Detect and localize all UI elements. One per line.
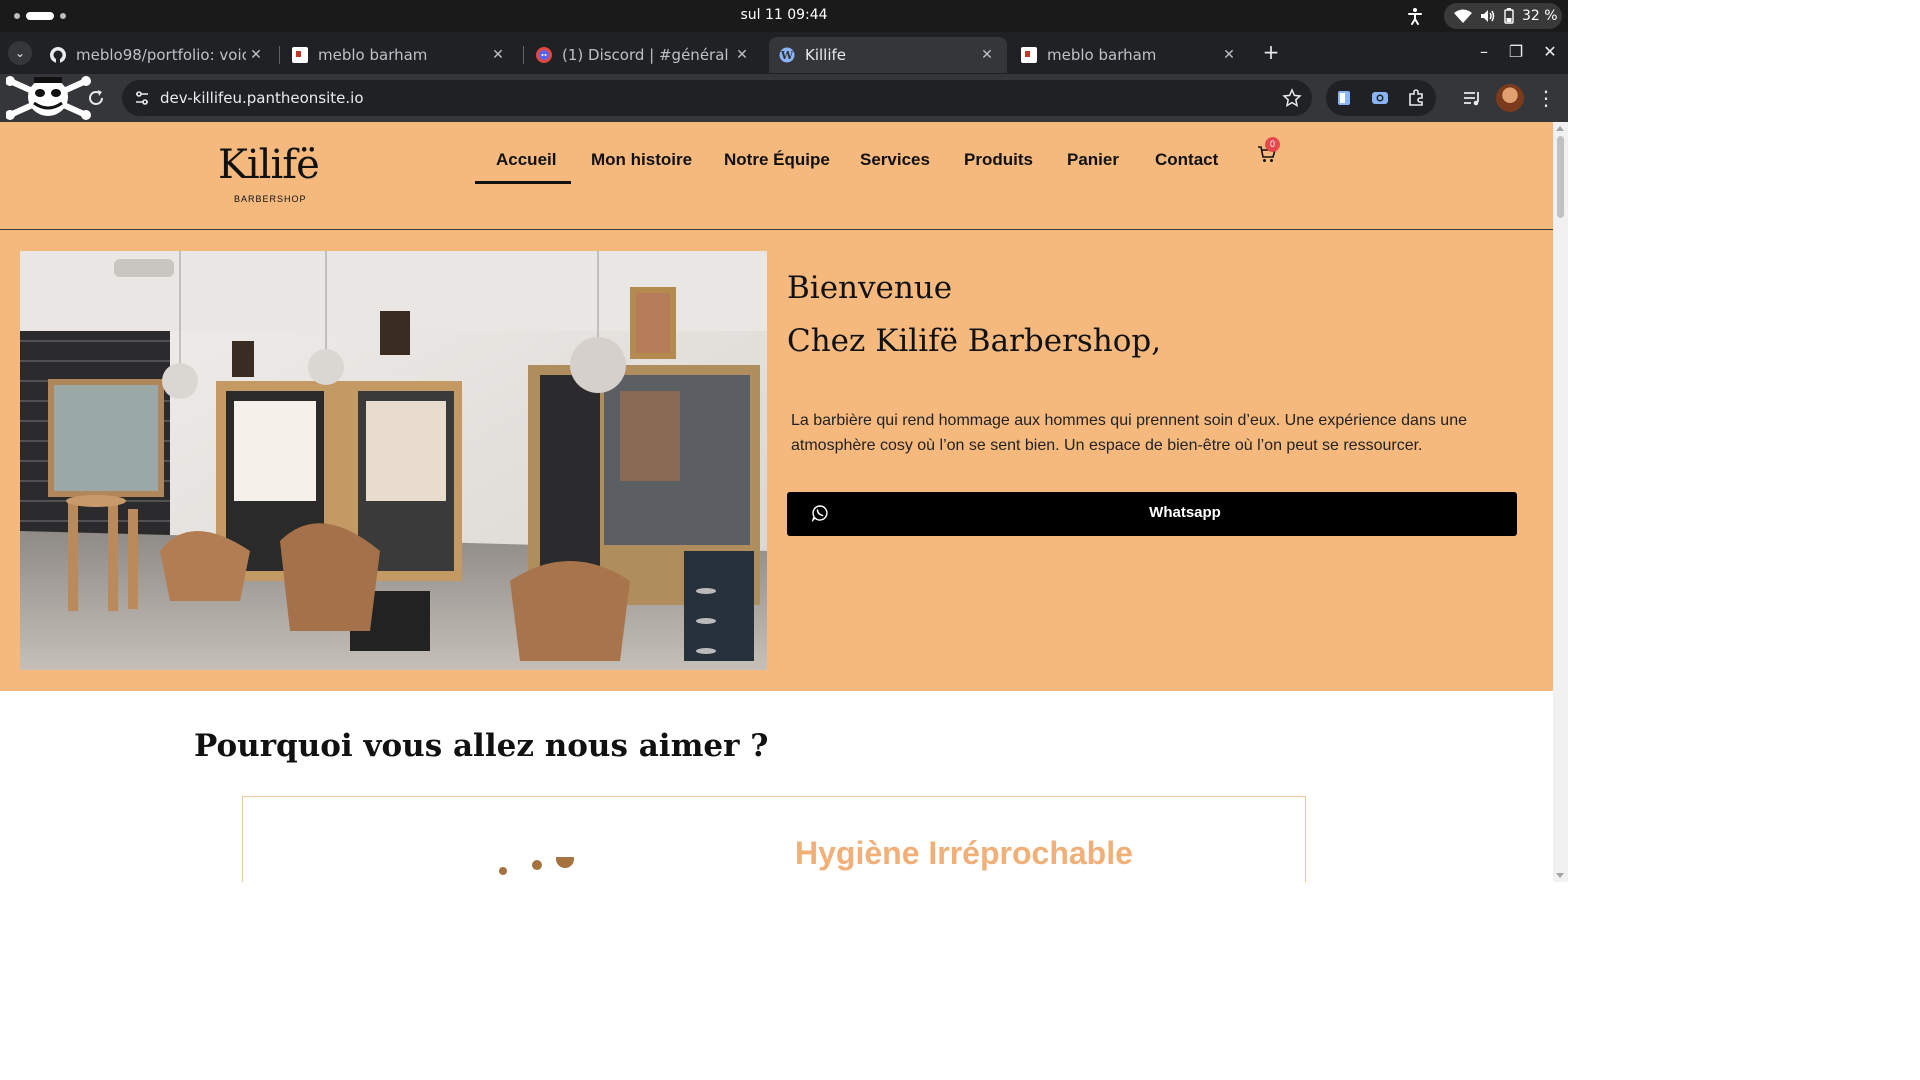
browser-tab[interactable]: meblo barham ✕ <box>282 37 518 73</box>
reload-icon[interactable] <box>86 88 106 108</box>
nav-item-services[interactable]: Services <box>860 150 930 170</box>
browser-tab-strip: ⌄ meblo98/portfolio: voici ✕ meblo barha… <box>0 32 1568 74</box>
browser-tab[interactable]: meblo barham ✕ <box>1011 37 1249 73</box>
main-navigation: Accueil Mon histoire Notre Équipe Servic… <box>0 142 1553 184</box>
nav-item-accueil[interactable]: Accueil <box>496 150 556 170</box>
accessibility-icon[interactable] <box>1406 6 1424 26</box>
system-top-bar: sul 11 09:44 32 % <box>0 0 1568 32</box>
hero-title-line2: Chez Kilifë Barbershop, <box>787 323 1162 359</box>
tab-title: meblo barham <box>1047 46 1157 64</box>
browser-toolbar: dev-killifeu.pantheonsite.io ⋮ <box>0 74 1568 122</box>
system-clock[interactable]: sul 11 09:44 <box>0 7 1568 23</box>
extensions-puzzle-icon[interactable] <box>1406 88 1426 108</box>
tab-search-button[interactable]: ⌄ <box>8 41 32 65</box>
wordpress-icon: W <box>779 47 795 63</box>
tab-title: meblo98/portfolio: voici <box>76 46 246 64</box>
battery-percentage: 32 % <box>1522 8 1558 24</box>
github-icon <box>50 47 66 63</box>
feature-card: Hygiène Irréprochable <box>242 796 1306 882</box>
tab-separator <box>523 46 524 64</box>
tab-title: (1) Discord | #général | Se <box>562 46 732 64</box>
new-tab-button[interactable]: + <box>1259 41 1283 65</box>
why-section-title: Pourquoi vous allez nous aimer ? <box>194 728 769 764</box>
battery-icon <box>1504 8 1514 24</box>
extensions-group <box>1326 80 1436 116</box>
tab-close-icon[interactable]: ✕ <box>488 47 508 63</box>
cart-count-badge: 0 <box>1265 137 1280 152</box>
site-info-icon[interactable] <box>134 90 150 106</box>
tab-close-icon[interactable]: ✕ <box>1219 47 1239 63</box>
docs-extension-icon[interactable] <box>1334 88 1354 108</box>
web-page: Kilifë BARBERSHOP Accueil Mon histoire N… <box>0 122 1553 882</box>
nav-active-indicator <box>475 181 571 184</box>
barbershop-interior-photo <box>20 251 767 670</box>
tab-title: meblo barham <box>318 46 428 64</box>
volume-icon <box>1481 10 1495 22</box>
feature-title: Hygiène Irréprochable <box>795 835 1133 871</box>
scroll-up-arrow[interactable] <box>1556 126 1564 131</box>
browser-tab[interactable]: meblo98/portfolio: voici ✕ <box>40 37 276 73</box>
nav-item-notre-equipe[interactable]: Notre Équipe <box>724 150 830 170</box>
minimize-icon[interactable]: – <box>1472 40 1496 64</box>
hero-description: La barbière qui rend hommage aux hommes … <box>791 412 1467 454</box>
brand-tagline: BARBERSHOP <box>234 194 307 204</box>
hero-title-line1: Bienvenue <box>787 270 953 306</box>
address-bar[interactable]: dev-killifeu.pantheonsite.io <box>122 80 1312 116</box>
hero-section: Bienvenue Chez Kilifë Barbershop, La bar… <box>0 230 1553 691</box>
screenshot-extension-icon[interactable] <box>1370 88 1390 108</box>
nav-item-panier[interactable]: Panier <box>1067 150 1119 170</box>
profile-avatar[interactable] <box>1496 84 1524 112</box>
nav-item-contact[interactable]: Contact <box>1155 150 1218 170</box>
media-control-icon[interactable] <box>1462 88 1482 108</box>
bookmark-star-icon[interactable] <box>1282 88 1302 108</box>
browser-tab-active[interactable]: W Killife ✕ <box>769 37 1007 73</box>
wifi-icon <box>1454 9 1472 23</box>
page-icon <box>292 47 308 63</box>
discord-icon <box>536 47 552 63</box>
browser-tab[interactable]: (1) Discord | #général | Se ✕ <box>526 37 762 73</box>
svg-text:W: W <box>780 49 794 62</box>
close-window-icon[interactable]: ✕ <box>1538 40 1562 64</box>
jolly-roger-icon[interactable] <box>6 75 92 121</box>
url-text[interactable]: dev-killifeu.pantheonsite.io <box>160 89 364 107</box>
maximize-icon[interactable]: ❐ <box>1504 40 1528 64</box>
nav-item-mon-histoire[interactable]: Mon histoire <box>591 150 692 170</box>
browser-menu-icon[interactable]: ⋮ <box>1536 86 1556 110</box>
tab-title: Killife <box>805 46 847 64</box>
page-icon <box>1021 47 1037 63</box>
decorative-dots-icon <box>499 857 574 875</box>
site-header: Kilifë BARBERSHOP Accueil Mon histoire N… <box>0 122 1553 230</box>
tab-close-icon[interactable]: ✕ <box>246 47 266 63</box>
whatsapp-button[interactable]: Whatsapp <box>787 492 1517 536</box>
whatsapp-button-label: Whatsapp <box>1149 504 1221 521</box>
system-status-menu[interactable]: 32 % <box>1444 3 1562 29</box>
tab-separator <box>279 46 280 64</box>
page-scrollbar[interactable] <box>1553 122 1568 882</box>
scroll-thumb[interactable] <box>1557 136 1564 218</box>
tab-close-icon[interactable]: ✕ <box>732 47 752 63</box>
scroll-down-arrow[interactable] <box>1556 873 1564 878</box>
tab-close-icon[interactable]: ✕ <box>977 47 997 63</box>
nav-item-produits[interactable]: Produits <box>964 150 1033 170</box>
